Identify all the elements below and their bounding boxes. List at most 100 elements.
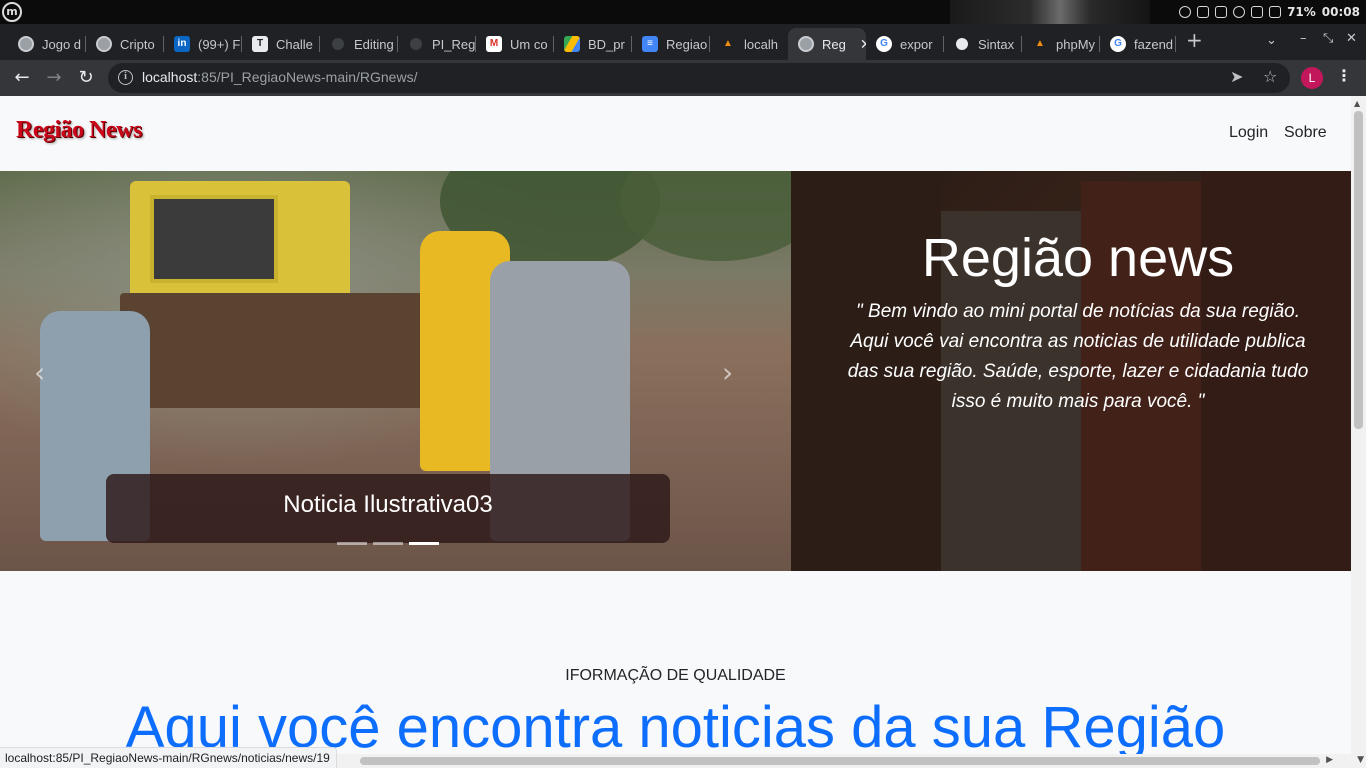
- tab-gmail[interactable]: M Um co: [476, 28, 554, 60]
- tab-label: PI_Reg: [432, 36, 476, 52]
- docs-icon: ≡: [642, 36, 658, 52]
- tab-label: fazend: [1134, 36, 1174, 52]
- globe-icon: [96, 36, 112, 52]
- carousel-next-icon[interactable]: ›: [722, 356, 733, 389]
- scroll-up-icon[interactable]: ▲: [1354, 99, 1360, 108]
- carousel-indicator-3-active[interactable]: [409, 542, 439, 545]
- tab-label: Um co: [510, 36, 548, 52]
- intro-text: " Bem vindo ao mini portal de notícias d…: [847, 301, 1309, 412]
- chip-icon[interactable]: [1215, 6, 1228, 18]
- back-button[interactable]: ←: [10, 66, 34, 90]
- linkedin-icon: in: [174, 36, 190, 52]
- reload-button[interactable]: ↻: [74, 66, 98, 90]
- trello-icon: T: [252, 36, 268, 52]
- nav-login-link[interactable]: Login: [1229, 124, 1268, 142]
- gmail-icon: M: [486, 36, 502, 52]
- carousel-photo-bucket: [120, 293, 460, 408]
- browser-menu-icon[interactable]: ⋮: [1336, 66, 1352, 85]
- bluetooth-icon[interactable]: [1179, 6, 1192, 18]
- status-bar-link-preview: localhost:85/PI_RegiaoNews-main/RGnews/n…: [0, 747, 337, 768]
- os-top-bar: m 71% 00:08: [0, 0, 1366, 24]
- tab-docs[interactable]: ≡ Regiao: [632, 28, 710, 60]
- vertical-scrollbar[interactable]: ▲: [1351, 96, 1366, 754]
- battery-icon[interactable]: [1269, 6, 1282, 18]
- site-navbar: Região News Login Sobre: [0, 96, 1351, 171]
- tab-challenge[interactable]: T Challe: [242, 28, 320, 60]
- tab-cripto[interactable]: Cripto: [86, 28, 164, 60]
- hero-section: ‹ › Noticia Ilustrativa03 Região news " …: [0, 171, 1351, 571]
- github-icon: [330, 36, 346, 52]
- nav-sobre-link[interactable]: Sobre: [1284, 124, 1327, 142]
- tab-fazendo[interactable]: G fazend: [1100, 28, 1176, 60]
- intro-title: Região news: [921, 228, 1235, 288]
- tab-label: BD_pr: [588, 36, 625, 52]
- tab-linkedin[interactable]: in (99+) F: [164, 28, 242, 60]
- github-icon: [954, 36, 970, 52]
- site-info-icon[interactable]: i: [118, 70, 133, 85]
- tab-label: Cripto: [120, 36, 155, 52]
- carousel-indicator-1[interactable]: [337, 542, 367, 545]
- tab-label: Reg: [822, 36, 846, 52]
- battery-percentage: 71%: [1287, 5, 1316, 19]
- tab-search-chevron-icon[interactable]: ⌄: [1266, 33, 1277, 48]
- scroll-down-icon[interactable]: ▼: [1357, 755, 1364, 765]
- wifi-icon[interactable]: [1233, 6, 1246, 18]
- tab-label: phpMy: [1056, 36, 1096, 52]
- tab-label: Regiao: [666, 36, 708, 52]
- new-tab-button[interactable]: +: [1186, 28, 1203, 52]
- tab-drive[interactable]: BD_pr: [554, 28, 632, 60]
- tab-sintax[interactable]: Sintax: [944, 28, 1022, 60]
- tab-localhost[interactable]: ▲ localh: [710, 28, 788, 60]
- tab-regiao-news-active[interactable]: Reg ✕: [788, 28, 866, 60]
- clock[interactable]: 00:08: [1322, 5, 1360, 19]
- news-carousel[interactable]: ‹ › Noticia Ilustrativa03: [0, 171, 791, 571]
- tab-pi-regiao[interactable]: PI_Reg: [398, 28, 476, 60]
- drive-icon: [564, 36, 580, 52]
- google-icon: G: [1110, 36, 1126, 52]
- vertical-scroll-thumb[interactable]: [1354, 111, 1363, 429]
- tab-export[interactable]: G expor: [866, 28, 944, 60]
- shield-icon[interactable]: [1197, 6, 1210, 18]
- phpmyadmin-icon: ▲: [723, 38, 733, 49]
- minimize-window-button[interactable]: –: [1300, 31, 1307, 46]
- section-kicker: IFORMAÇÃO DE QUALIDADE: [565, 667, 786, 684]
- carousel-prev-icon[interactable]: ‹: [34, 356, 45, 389]
- github-icon: [408, 36, 424, 52]
- google-icon: G: [876, 36, 892, 52]
- linux-mint-menu-icon[interactable]: m: [2, 2, 22, 22]
- forward-button[interactable]: →: [42, 66, 66, 90]
- volume-icon[interactable]: [1251, 6, 1264, 18]
- address-bar[interactable]: i localhost:85/PI_RegiaoNews-main/RGnews…: [108, 63, 1290, 93]
- tab-label: Sintax: [978, 36, 1015, 52]
- tab-editing[interactable]: Editing: [320, 28, 398, 60]
- close-window-button[interactable]: ✕: [1346, 31, 1357, 46]
- tab-label: expor: [900, 36, 933, 52]
- bookmark-star-icon[interactable]: ☆: [1263, 67, 1277, 86]
- section-headline: Aqui você encontra noticias da sua Regiã…: [125, 695, 1226, 754]
- carousel-caption[interactable]: Noticia Ilustrativa03: [106, 474, 670, 543]
- globe-icon: [18, 36, 34, 52]
- tab-phpmyadmin[interactable]: ▲ phpMy: [1022, 28, 1100, 60]
- browser-toolbar: ← → ↻ i localhost:85/PI_RegiaoNews-main/…: [0, 60, 1366, 96]
- scroll-right-icon[interactable]: ▶: [1326, 755, 1333, 765]
- url-text[interactable]: localhost:85/PI_RegiaoNews-main/RGnews/: [142, 69, 417, 85]
- site-logo[interactable]: Região News: [16, 117, 142, 144]
- carousel-indicator-2[interactable]: [373, 542, 403, 545]
- tab-label: Challe: [276, 36, 313, 52]
- carousel-photo-tree: [620, 171, 791, 261]
- tab-label: Jogo d: [42, 36, 82, 52]
- globe-icon: [798, 36, 814, 52]
- send-to-devices-icon[interactable]: ➤: [1230, 67, 1243, 86]
- profile-avatar[interactable]: L: [1301, 67, 1323, 89]
- horizontal-scroll-thumb[interactable]: [360, 757, 1320, 765]
- page-viewport: Região News Login Sobre ‹ › Noticia Ilus…: [0, 96, 1351, 754]
- intro-panel: Região news " Bem vindo ao mini portal d…: [791, 171, 1351, 571]
- restore-window-button[interactable]: ⤡: [1323, 31, 1333, 46]
- tab-label: Editing: [354, 36, 394, 52]
- desktop-preview-thumbnail: [950, 0, 1150, 24]
- system-tray: 71% 00:08: [1179, 0, 1360, 24]
- browser-tab-strip: Jogo d Cripto in (99+) F T Challe Editin…: [0, 24, 1366, 60]
- tab-label: (99+) F: [198, 36, 241, 52]
- tab-label: localh: [744, 36, 778, 52]
- tab-jogo[interactable]: Jogo d: [8, 28, 86, 60]
